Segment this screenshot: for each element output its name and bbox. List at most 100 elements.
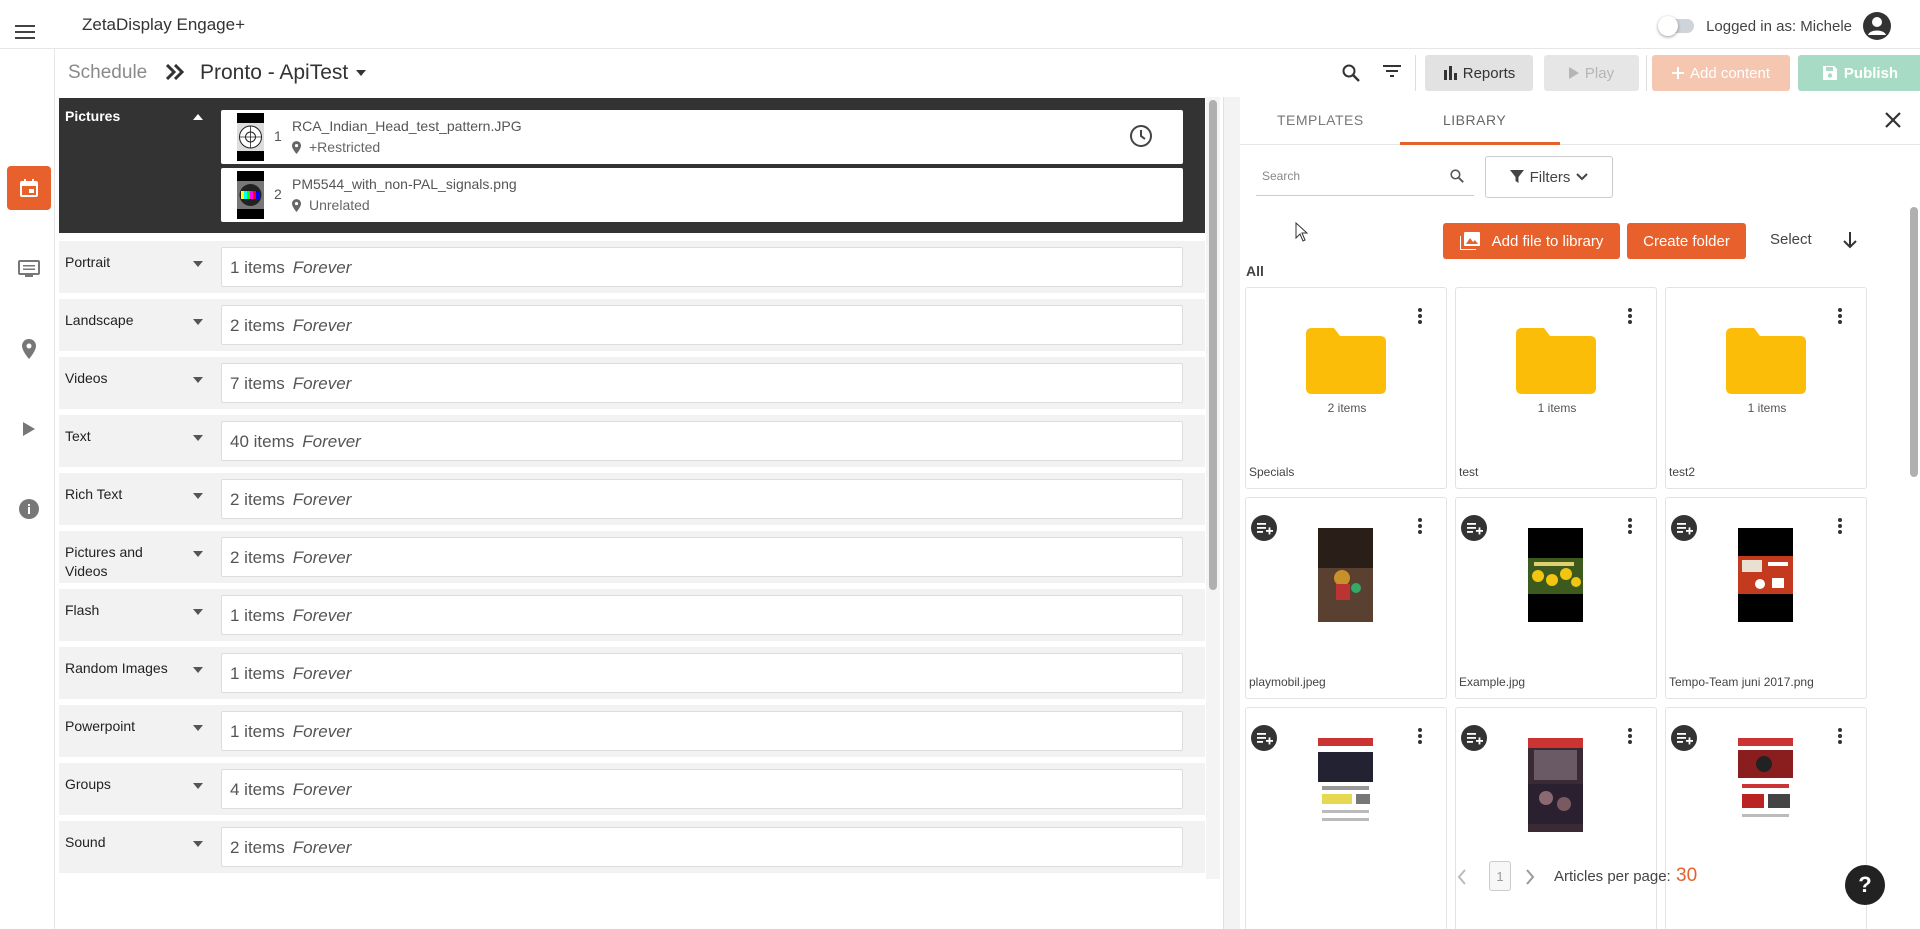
schedule-group-row[interactable]: Flash 1 items Forever <box>59 589 1205 641</box>
schedule-group-row[interactable]: Random Images 1 items Forever <box>59 647 1205 699</box>
more-vert-icon[interactable] <box>1838 518 1842 534</box>
sidebar-item-info[interactable] <box>7 487 51 531</box>
add-content-button[interactable]: Add content <box>1652 55 1790 91</box>
folder-card[interactable]: 2 items Specials <box>1245 287 1447 489</box>
group-summary[interactable]: 2 items Forever <box>221 305 1183 345</box>
search-icon[interactable] <box>1450 169 1464 183</box>
media-card[interactable]: playmobil.jpeg <box>1245 497 1447 699</box>
caret-down-icon[interactable] <box>193 377 203 383</box>
more-vert-icon[interactable] <box>1838 728 1842 744</box>
playlist-item[interactable]: 1 RCA_Indian_Head_test_pattern.JPG +Rest… <box>221 110 1183 164</box>
schedule-group-row[interactable]: Videos 7 items Forever <box>59 357 1205 409</box>
caret-down-icon[interactable] <box>193 551 203 557</box>
sidebar-item-locations[interactable] <box>7 327 51 371</box>
schedule-group-row[interactable]: Portrait 1 items Forever <box>59 241 1205 293</box>
group-summary[interactable]: 1 items Forever <box>221 595 1183 635</box>
sidebar-item-schedule[interactable] <box>7 166 51 210</box>
playlist-add-icon[interactable] <box>1461 515 1487 541</box>
group-summary[interactable]: 7 items Forever <box>221 363 1183 403</box>
select-button[interactable]: Select <box>1770 231 1812 248</box>
theme-toggle[interactable] <box>1658 16 1695 36</box>
library-search-input[interactable]: Search <box>1256 156 1474 196</box>
schedule-group-row[interactable]: Rich Text 2 items Forever <box>59 473 1205 525</box>
add-file-to-library-button[interactable]: Add file to library <box>1443 223 1620 259</box>
user-avatar-icon[interactable] <box>1862 11 1892 41</box>
filters-dropdown[interactable]: Filters <box>1485 156 1613 198</box>
caret-down-icon[interactable] <box>193 609 203 615</box>
group-summary[interactable]: 1 items Forever <box>221 711 1183 751</box>
media-card[interactable]: Example.jpg <box>1455 497 1657 699</box>
caret-down-icon[interactable] <box>193 725 203 731</box>
schedule-selector[interactable]: Pronto - ApiTest <box>200 61 367 85</box>
sidebar-item-channels[interactable] <box>7 247 51 291</box>
group-summary[interactable]: 2 items Forever <box>221 827 1183 867</box>
bar-chart-icon <box>1443 66 1463 80</box>
play-button[interactable]: Play <box>1544 55 1639 91</box>
sidebar-item-player[interactable] <box>7 407 51 451</box>
schedule-group-expanded[interactable]: Pictures 1 RCA_Indian_Head_test_pattern.… <box>59 98 1205 233</box>
menu-icon[interactable] <box>15 25 39 45</box>
caret-down-icon[interactable] <box>193 783 203 789</box>
playlist-item[interactable]: 2 PM5544_with_non-PAL_signals.png Unrela… <box>221 168 1183 222</box>
schedule-scrollbar[interactable] <box>1206 97 1220 879</box>
more-vert-icon[interactable] <box>1628 518 1632 534</box>
clock-icon[interactable] <box>1129 124 1153 148</box>
playlist-add-icon[interactable] <box>1461 725 1487 751</box>
schedule-group-row[interactable]: Groups 4 items Forever <box>59 763 1205 815</box>
group-summary[interactable]: 1 items Forever <box>221 653 1183 693</box>
tab-library[interactable]: LIBRARY <box>1443 112 1506 128</box>
group-summary[interactable]: 40 items Forever <box>221 421 1183 461</box>
playlist-add-icon[interactable] <box>1251 725 1277 751</box>
playlist-add-icon[interactable] <box>1671 725 1697 751</box>
arrow-down-icon[interactable] <box>1842 231 1858 249</box>
caret-up-icon[interactable] <box>193 114 203 120</box>
caret-down-icon[interactable] <box>193 493 203 499</box>
panel-splitter[interactable] <box>1223 97 1240 929</box>
media-thumbnail <box>1318 738 1373 832</box>
more-vert-icon[interactable] <box>1628 728 1632 744</box>
reports-button[interactable]: Reports <box>1425 55 1533 91</box>
group-duration: Forever <box>292 258 352 277</box>
caret-down-icon[interactable] <box>193 319 203 325</box>
playlist-add-icon[interactable] <box>1671 515 1697 541</box>
schedule-group-row[interactable]: Powerpoint 1 items Forever <box>59 705 1205 757</box>
schedule-group-row[interactable]: Text 40 items Forever <box>59 415 1205 467</box>
library-scrollbar[interactable] <box>1908 207 1920 847</box>
group-summary[interactable]: 2 items Forever <box>221 537 1183 577</box>
page-number[interactable]: 1 <box>1489 861 1511 891</box>
breadcrumb-schedule[interactable]: Schedule <box>68 62 147 84</box>
item-tag: +Restricted <box>309 139 381 155</box>
chevron-left-icon[interactable] <box>1457 869 1467 885</box>
schedule-group-row[interactable]: Landscape 2 items Forever <box>59 299 1205 351</box>
group-summary[interactable]: 2 items Forever <box>221 479 1183 519</box>
caret-down-icon[interactable] <box>193 841 203 847</box>
filter-icon[interactable] <box>1383 64 1401 78</box>
publish-button[interactable]: Publish <box>1798 55 1920 91</box>
caret-down-icon[interactable] <box>193 667 203 673</box>
search-icon[interactable] <box>1342 64 1360 82</box>
help-button[interactable]: ? <box>1845 865 1885 905</box>
more-vert-icon[interactable] <box>1628 308 1632 324</box>
more-vert-icon[interactable] <box>1838 308 1842 324</box>
create-folder-button[interactable]: Create folder <box>1627 223 1746 259</box>
group-duration: Forever <box>292 316 352 335</box>
group-summary[interactable]: 1 items Forever <box>221 247 1183 287</box>
schedule-group-row[interactable]: Pictures and Videos 2 items Forever <box>59 531 1205 583</box>
schedule-group-row[interactable]: Sound 2 items Forever <box>59 821 1205 873</box>
more-vert-icon[interactable] <box>1418 518 1422 534</box>
chevron-right-icon[interactable] <box>1525 869 1535 885</box>
close-icon[interactable] <box>1884 111 1902 129</box>
image-upload-icon <box>1459 232 1492 250</box>
folder-card[interactable]: 1 items test <box>1455 287 1657 489</box>
folder-card[interactable]: 1 items test2 <box>1665 287 1867 489</box>
group-summary[interactable]: 4 items Forever <box>221 769 1183 809</box>
more-vert-icon[interactable] <box>1418 308 1422 324</box>
media-card[interactable]: Tempo-Team juni 2017.png <box>1665 497 1867 699</box>
caret-down-icon[interactable] <box>193 435 203 441</box>
tab-templates[interactable]: TEMPLATES <box>1277 112 1364 128</box>
more-vert-icon[interactable] <box>1418 728 1422 744</box>
reports-label: Reports <box>1462 64 1516 82</box>
playlist-add-icon[interactable] <box>1251 515 1277 541</box>
per-page-select[interactable]: 30 <box>1676 865 1697 887</box>
caret-down-icon[interactable] <box>193 261 203 267</box>
